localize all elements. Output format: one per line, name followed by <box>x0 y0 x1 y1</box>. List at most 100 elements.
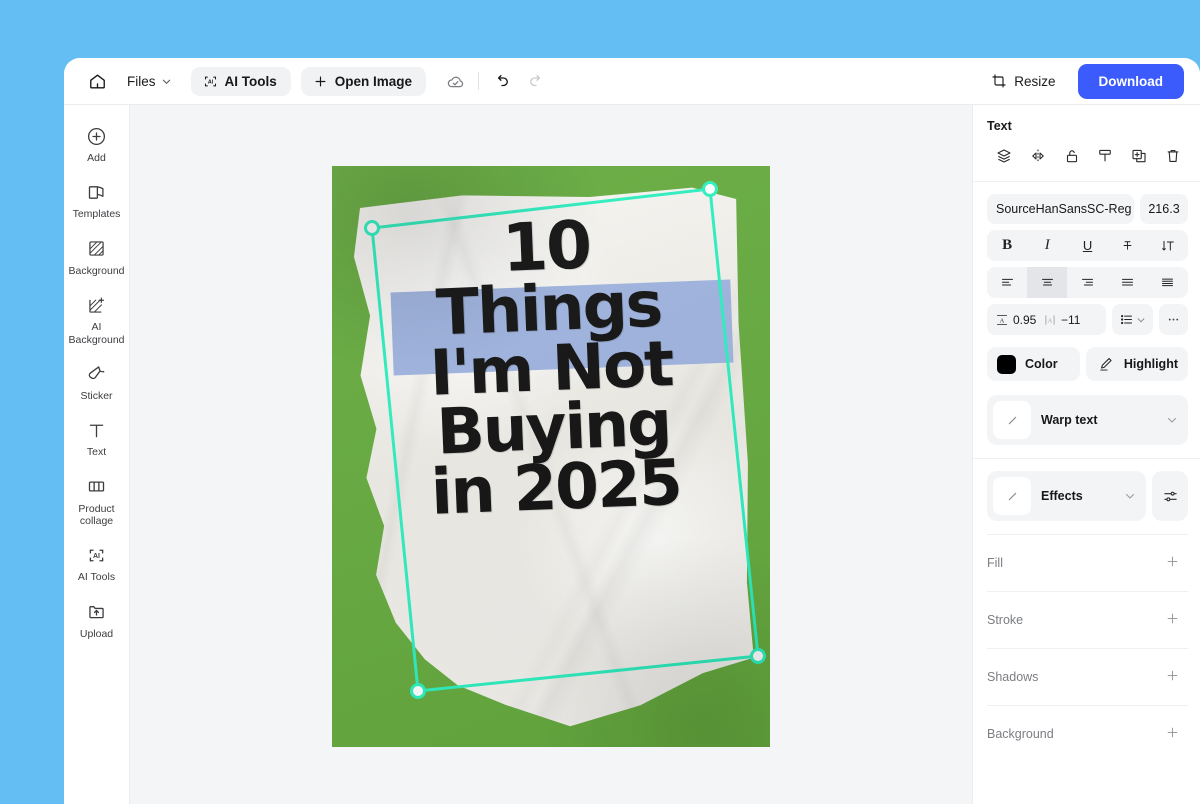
sidebar-label: AI Tools <box>77 571 116 584</box>
warp-text-button[interactable]: Warp text <box>987 395 1188 445</box>
trash-icon[interactable] <box>1162 145 1184 167</box>
panel-divider <box>973 181 1200 182</box>
sticker-icon <box>86 363 107 385</box>
home-icon <box>89 73 105 89</box>
font-family-field[interactable]: SourceHanSansSC-Reg <box>987 194 1134 224</box>
artboard[interactable]: 10 Things I'm Not Buying in 2025 <box>332 165 770 747</box>
top-toolbar: Files AI AI Tools Open Image Resize Down… <box>64 58 1200 105</box>
align-justify-button[interactable] <box>1108 267 1148 298</box>
plus-icon <box>315 76 326 86</box>
files-label: Files <box>127 73 156 89</box>
strikethrough-button[interactable] <box>1108 230 1148 261</box>
open-image-button[interactable]: Open Image <box>300 66 427 96</box>
format-painter-icon[interactable] <box>1094 145 1116 167</box>
sidebar-item-ai-tools[interactable]: AI AI Tools <box>67 536 127 590</box>
open-image-label: Open Image <box>334 73 413 89</box>
editor-body: Add Templates Background AI Background S… <box>64 105 1200 804</box>
hatch-square-icon <box>86 238 107 260</box>
color-highlight-row: Color Highlight <box>987 347 1188 381</box>
chevron-down-icon <box>1137 317 1145 322</box>
effects-row: Effects <box>987 471 1188 521</box>
align-left-button[interactable] <box>987 267 1027 298</box>
underline-button[interactable]: U <box>1067 230 1107 261</box>
ai-brackets-icon: AI <box>204 76 216 86</box>
align-right-button[interactable] <box>1067 267 1107 298</box>
home-button[interactable] <box>82 66 112 96</box>
object-actions-row <box>987 145 1188 167</box>
files-menu[interactable]: Files <box>116 68 181 95</box>
resize-label: Resize <box>1014 73 1056 89</box>
align-distribute-button[interactable] <box>1148 267 1188 298</box>
add-stroke-icon[interactable] <box>1161 607 1184 633</box>
font-size-field[interactable]: 216.3 <box>1140 194 1188 224</box>
align-center-icon <box>1041 278 1053 286</box>
duplicate-icon[interactable] <box>1128 145 1150 167</box>
chevron-down-icon <box>162 79 170 84</box>
bold-glyph: B <box>1002 237 1013 253</box>
font-row: SourceHanSansSC-Reg 216.3 <box>987 194 1188 224</box>
stroke-section[interactable]: Stroke <box>987 591 1188 648</box>
align-right-icon <box>1082 278 1093 286</box>
background-section[interactable]: Background <box>987 705 1188 762</box>
sidebar-label: Upload <box>79 627 114 640</box>
selection-handle-bottom-left[interactable] <box>410 682 426 699</box>
more-options-button[interactable] <box>1159 304 1188 335</box>
sidebar-item-ai-background[interactable]: AI Background <box>67 286 127 353</box>
svg-text:AI: AI <box>93 553 100 560</box>
effects-button[interactable]: Effects <box>987 471 1146 521</box>
warp-text-preview-icon <box>993 401 1031 439</box>
align-justify-icon <box>1122 278 1134 286</box>
fill-label: Fill <box>987 556 1003 570</box>
line-height-value[interactable]: 0.95 <box>1013 313 1037 327</box>
highlight-button[interactable]: Highlight <box>1085 347 1188 381</box>
resize-button[interactable]: Resize <box>983 67 1063 95</box>
sidebar-item-background[interactable]: Background <box>67 230 127 284</box>
sidebar-item-add[interactable]: Add <box>67 117 127 171</box>
undo-button[interactable] <box>487 66 517 96</box>
layers-icon[interactable] <box>993 145 1015 167</box>
sidebar-label: AI Background <box>68 321 125 346</box>
toolbar-left-group: Files AI AI Tools Open Image <box>82 66 551 96</box>
redo-icon <box>530 75 541 87</box>
letter-spacing-icon: A <box>1045 314 1055 325</box>
background-label: Background <box>987 727 1054 741</box>
cloud-save-status[interactable] <box>440 66 470 96</box>
effects-settings-button[interactable] <box>1152 471 1188 521</box>
redo-button[interactable] <box>521 66 551 96</box>
svg-text:A: A <box>1048 317 1053 324</box>
text-direction-button[interactable] <box>1148 230 1188 261</box>
color-button[interactable]: Color <box>987 347 1080 381</box>
panel-title: Text <box>987 119 1012 133</box>
right-properties-panel: Text SourceHanSansSC-Reg 216.3 B I U A 0… <box>972 105 1200 804</box>
bold-button[interactable]: B <box>987 230 1027 261</box>
canvas-area[interactable]: 10 Things I'm Not Buying in 2025 <box>130 105 972 804</box>
sidebar-item-templates[interactable]: Templates <box>67 173 127 227</box>
ai-tools-button[interactable]: AI AI Tools <box>190 66 291 96</box>
add-background-icon[interactable] <box>1161 721 1184 747</box>
unlock-icon[interactable] <box>1061 145 1083 167</box>
warp-text-row: Warp text <box>987 395 1188 445</box>
align-center-button[interactable] <box>1027 267 1068 298</box>
poster-text-object[interactable]: 10 Things I'm Not Buying in 2025 <box>332 206 770 529</box>
list-style-button[interactable] <box>1112 304 1153 335</box>
sidebar-item-text[interactable]: Text <box>67 411 127 465</box>
line-height-icon: A <box>996 314 1008 325</box>
highlighter-pen-icon <box>1100 357 1112 371</box>
ai-tools-label: AI Tools <box>224 73 277 89</box>
italic-button[interactable]: I <box>1027 230 1067 261</box>
sidebar-item-upload[interactable]: Upload <box>67 593 127 647</box>
effects-preview-icon <box>993 477 1031 515</box>
letter-spacing-value[interactable]: −11 <box>1061 313 1085 327</box>
strikethrough-icon <box>1123 241 1132 250</box>
fill-section[interactable]: Fill <box>987 534 1188 591</box>
text-align-group <box>987 267 1188 298</box>
hatch-sparkle-icon <box>86 294 107 316</box>
add-shadow-icon[interactable] <box>1161 664 1184 690</box>
add-fill-icon[interactable] <box>1161 550 1184 576</box>
shadows-section[interactable]: Shadows <box>987 648 1188 705</box>
crop-resize-icon <box>992 74 1006 88</box>
download-button[interactable]: Download <box>1077 63 1184 99</box>
sidebar-item-product-collage[interactable]: Product collage <box>67 468 127 535</box>
flip-icon[interactable] <box>1027 145 1049 167</box>
sidebar-item-sticker[interactable]: Sticker <box>67 355 127 409</box>
